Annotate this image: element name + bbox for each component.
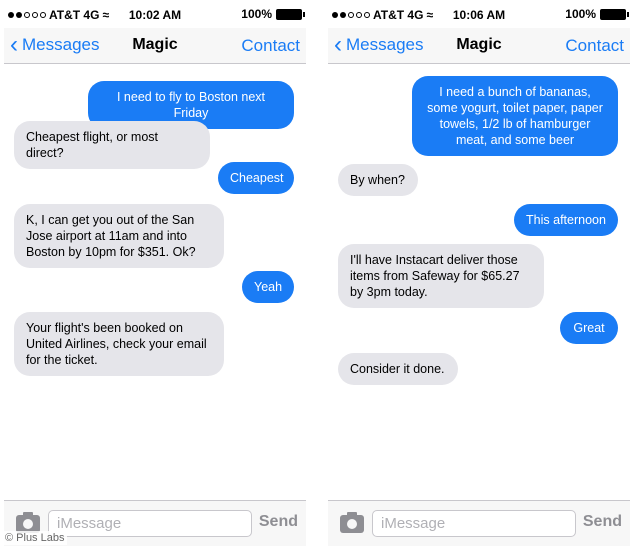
- message-bubble-incoming[interactable]: I'll have Instacart deliver those items …: [338, 244, 544, 308]
- battery-percent: 100%: [241, 7, 272, 21]
- message-bubble-outgoing[interactable]: Cheapest: [218, 162, 294, 194]
- battery-icon: [276, 8, 305, 20]
- message-input[interactable]: iMessage: [372, 510, 576, 537]
- photo-credit: © Plus Labs: [2, 531, 68, 545]
- battery-icon: [600, 8, 629, 20]
- camera-icon[interactable]: [340, 512, 364, 533]
- phone-screen-left: AT&T 4G ≈ 10:02 AM 100% ‹ Messages Magic…: [4, 0, 306, 546]
- message-bubble-outgoing[interactable]: Yeah: [242, 271, 294, 303]
- status-bar: AT&T 4G ≈ 10:06 AM 100%: [328, 0, 630, 28]
- message-input-bar: iMessage Send: [328, 500, 630, 546]
- message-bubble-incoming[interactable]: Your flight's been booked on United Airl…: [14, 312, 224, 376]
- message-bubble-outgoing[interactable]: This afternoon: [514, 204, 618, 236]
- phone-screen-right: AT&T 4G ≈ 10:06 AM 100% ‹ Messages Magic…: [328, 0, 630, 546]
- send-button[interactable]: Send: [259, 513, 298, 531]
- nav-bar: ‹ Messages Magic Contact: [328, 28, 630, 64]
- message-bubble-incoming[interactable]: By when?: [338, 164, 418, 196]
- message-bubble-incoming[interactable]: Consider it done.: [338, 353, 458, 385]
- message-bubble-outgoing[interactable]: Great: [560, 312, 618, 344]
- message-bubble-outgoing[interactable]: I need a bunch of bananas, some yogurt, …: [412, 76, 618, 156]
- message-thread: I need to fly to Boston next Friday Chea…: [4, 64, 306, 500]
- contact-button[interactable]: Contact: [565, 36, 624, 56]
- message-thread: I need a bunch of bananas, some yogurt, …: [328, 64, 630, 500]
- message-input[interactable]: iMessage: [48, 510, 252, 537]
- message-bubble-incoming[interactable]: K, I can get you out of the San Jose air…: [14, 204, 224, 268]
- nav-bar: ‹ Messages Magic Contact: [4, 28, 306, 64]
- message-bubble-incoming[interactable]: Cheapest flight, or most direct?: [14, 121, 210, 169]
- status-bar: AT&T 4G ≈ 10:02 AM 100%: [4, 0, 306, 28]
- contact-button[interactable]: Contact: [241, 36, 300, 56]
- send-button[interactable]: Send: [583, 513, 622, 531]
- battery-percent: 100%: [565, 7, 596, 21]
